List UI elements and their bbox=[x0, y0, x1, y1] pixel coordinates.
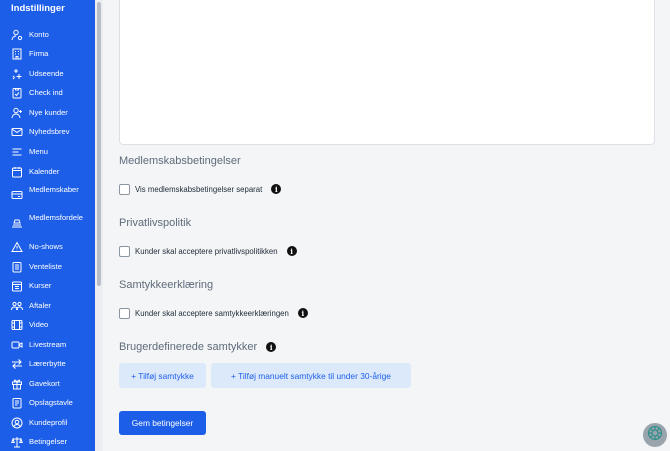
info-icon[interactable]: i bbox=[266, 342, 277, 352]
consent-accept-label: Kunder skal acceptere samtykkeerklæringe… bbox=[135, 308, 289, 318]
terms-text-editor[interactable] bbox=[119, 0, 655, 145]
sidebar-title: Indstillinger bbox=[11, 3, 65, 14]
section-title-consent: Samtykkeerklæring bbox=[119, 279, 214, 291]
settings-sidebar: Indstillinger Konto Firma Udseende Check… bbox=[0, 0, 95, 451]
section-title-custom-consents: Brugerdefinerede samtykker i bbox=[119, 341, 277, 353]
course-calendar-icon bbox=[11, 280, 23, 292]
add-consent-button[interactable]: + Tilføj samtykke bbox=[119, 363, 206, 388]
perks-icon bbox=[11, 217, 23, 229]
sidebar-item-medlemskaber[interactable]: Medlemskaber bbox=[0, 183, 95, 207]
membership-separate-row: Vis medlemskabsbetingelser separat i bbox=[119, 183, 282, 195]
mail-icon bbox=[11, 126, 23, 138]
sidebar-item-check-ind[interactable]: Check ind bbox=[0, 86, 95, 100]
consent-accept-row: Kunder skal acceptere samtykkeerklæringe… bbox=[119, 307, 308, 319]
warning-icon bbox=[11, 241, 23, 253]
gift-icon bbox=[11, 378, 23, 390]
sidebar-item-label: Opslagstavle bbox=[29, 398, 73, 407]
sidebar-item-label: Lærerbytte bbox=[29, 359, 66, 368]
sidebar-item-venteliste[interactable]: Venteliste bbox=[0, 260, 95, 274]
sidebar-item-no-shows[interactable]: No-shows bbox=[0, 240, 95, 254]
film-icon bbox=[11, 319, 23, 331]
info-icon[interactable]: i bbox=[286, 246, 297, 256]
membership-separate-checkbox[interactable] bbox=[119, 183, 130, 195]
building-icon bbox=[11, 48, 23, 60]
sidebar-item-laererbytte[interactable]: Lærerbytte bbox=[0, 357, 95, 371]
users-icon bbox=[11, 300, 23, 312]
privacy-accept-row: Kunder skal acceptere privatlivspolitikk… bbox=[119, 245, 297, 257]
sidebar-item-label: Venteliste bbox=[29, 262, 62, 271]
sidebar-item-kundeprofil[interactable]: Kundeprofil bbox=[0, 416, 95, 430]
sidebar-item-label: Gavekort bbox=[29, 379, 60, 388]
profile-icon bbox=[11, 417, 23, 429]
info-icon[interactable]: i bbox=[271, 184, 282, 194]
sidebar-item-label: Kurser bbox=[29, 281, 52, 290]
calendar-icon bbox=[11, 166, 23, 178]
sidebar-item-betingelser[interactable]: Betingelser bbox=[0, 435, 95, 449]
info-icon[interactable]: i bbox=[297, 308, 308, 318]
sidebar-item-opslagstavle[interactable]: Opslagstavle bbox=[0, 396, 95, 410]
add-manual-consent-button[interactable]: + Tilføj manuelt samtykke til under 30-å… bbox=[211, 363, 411, 388]
sidebar-item-video[interactable]: Video bbox=[0, 318, 95, 332]
sidebar-item-label: Firma bbox=[29, 49, 49, 58]
sidebar-item-label: Betingelser bbox=[29, 437, 67, 446]
scrollbar-thumb[interactable] bbox=[97, 2, 101, 286]
sidebar-item-label: Kalender bbox=[29, 167, 60, 176]
sidebar-item-label: Medlemsfordele bbox=[29, 213, 84, 222]
privacy-accept-checkbox[interactable] bbox=[119, 245, 130, 257]
sidebar-item-label: Video bbox=[29, 320, 49, 329]
sidebar-item-nye-kunder[interactable]: Nye kunder bbox=[0, 106, 95, 120]
sidebar-item-label: Udseende bbox=[29, 69, 64, 78]
card-icon bbox=[11, 189, 23, 201]
user-plus-icon bbox=[11, 107, 23, 119]
sidebar-item-konto[interactable]: Konto bbox=[0, 28, 95, 42]
sidebar-item-kalender[interactable]: Kalender bbox=[0, 165, 95, 179]
sidebar-item-aftaler[interactable]: Aftaler bbox=[0, 299, 95, 313]
sidebar-item-medlemsfordele[interactable]: Medlemsfordele bbox=[0, 211, 95, 235]
menu-icon bbox=[11, 146, 23, 158]
clipboard-check-icon bbox=[11, 87, 23, 99]
sidebar-item-label: Menu bbox=[29, 147, 48, 156]
sidebar-item-label: Medlemskaber bbox=[29, 185, 79, 194]
sidebar-item-firma[interactable]: Firma bbox=[0, 47, 95, 61]
sidebar-item-nyhedsbrev[interactable]: Nyhedsbrev bbox=[0, 125, 95, 139]
section-title-privacy: Privatlivspolitik bbox=[119, 217, 192, 229]
sidebar-item-label: Nye kunder bbox=[29, 108, 68, 117]
sparkles-icon bbox=[11, 68, 23, 80]
sidebar-item-kurser[interactable]: Kurser bbox=[0, 279, 95, 293]
board-icon bbox=[11, 397, 23, 409]
list-icon bbox=[11, 261, 23, 273]
sidebar-item-gavekort[interactable]: Gavekort bbox=[0, 377, 95, 391]
membership-separate-label: Vis medlemskabsbetingelser separat bbox=[135, 184, 263, 194]
user-settings-icon bbox=[11, 29, 23, 41]
sidebar-item-label: Aftaler bbox=[29, 301, 51, 310]
sidebar-item-label: No-shows bbox=[29, 242, 63, 251]
consent-accept-checkbox[interactable] bbox=[119, 307, 130, 319]
save-terms-button[interactable]: Gem betingelser bbox=[119, 411, 206, 435]
custom-consents-title: Brugerdefinerede samtykker bbox=[119, 341, 258, 353]
sidebar-item-label: Livestream bbox=[29, 340, 67, 349]
sidebar-item-label: Kundeprofil bbox=[29, 418, 68, 427]
sidebar-item-label: Check ind bbox=[29, 88, 63, 97]
help-widget-icon bbox=[647, 425, 663, 446]
scale-icon bbox=[11, 436, 23, 448]
sidebar-item-menu[interactable]: Menu bbox=[0, 145, 95, 159]
privacy-accept-label: Kunder skal acceptere privatlivspolitikk… bbox=[135, 246, 278, 256]
sidebar-item-label: Konto bbox=[29, 30, 49, 39]
section-title-membership: Medlemskabsbetingelser bbox=[119, 155, 241, 167]
sidebar-item-udseende[interactable]: Udseende bbox=[0, 67, 95, 81]
swap-icon bbox=[11, 358, 23, 370]
help-widget-button[interactable] bbox=[643, 423, 667, 447]
sidebar-scrollbar[interactable] bbox=[95, 0, 103, 451]
sidebar-item-label: Nyhedsbrev bbox=[29, 127, 70, 136]
video-camera-icon bbox=[11, 339, 23, 351]
sidebar-item-livestream[interactable]: Livestream bbox=[0, 338, 95, 352]
